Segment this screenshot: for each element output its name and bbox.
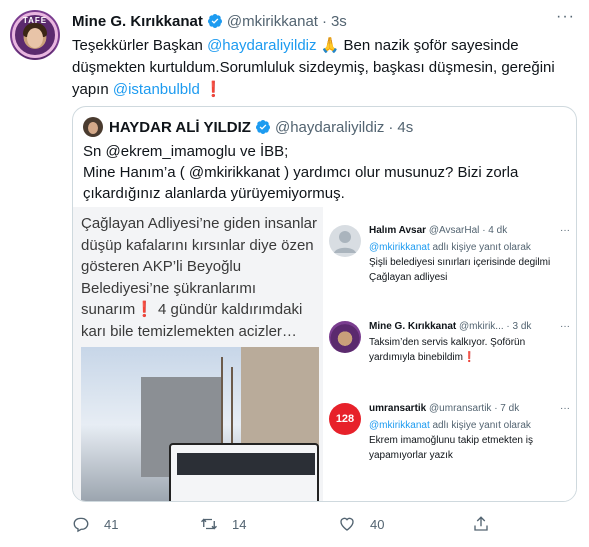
reply-meta: Halım Avsar @AvsarHal · 4 dk — [369, 225, 507, 236]
like-count: 40 — [370, 516, 385, 532]
reply-item: Halım Avsar @AvsarHal · 4 dk ··· @mkirik… — [323, 225, 576, 315]
more-options-icon: ··· — [560, 321, 570, 332]
mention-link[interactable]: @istanbulbld — [113, 81, 200, 98]
bus-shape — [169, 443, 319, 501]
share-icon — [474, 516, 488, 531]
reply-context-mention: @mkirikkanat — [369, 420, 430, 431]
reply-name: Halım Avsar — [369, 225, 427, 236]
exclamation-emoji-icon: ❗ — [204, 81, 223, 98]
reply-avatar: 128 — [329, 403, 361, 435]
tree-shape — [221, 357, 223, 447]
more-options-icon: ··· — [560, 225, 570, 236]
more-options-icon[interactable]: ··· — [556, 8, 575, 26]
verified-badge-icon — [255, 120, 270, 134]
quoted-tweet[interactable]: HAYDAR ALİ YILDIZ @haydaraliyildiz · 4s … — [72, 106, 577, 502]
reply-button[interactable]: 41 — [72, 512, 118, 536]
retweet-button[interactable]: 14 — [200, 512, 246, 536]
heart-icon — [340, 517, 354, 531]
exclamation-emoji-icon: ❗ — [135, 301, 154, 318]
quoted-time: 4s — [397, 118, 414, 136]
like-button[interactable]: 40 — [338, 512, 384, 536]
quoted-line: çıkardığınız alanlarda yürüyemiyormuş. — [83, 185, 345, 202]
tweet-header: Mine G. Kırıkkanat @mkirikkanat · 3s — [72, 10, 347, 32]
separator-dot: · — [321, 12, 327, 30]
reply-item: Mine G. Kırıkkanat @mkirik... · 3 dk ···… — [323, 321, 576, 391]
mention-link[interactable]: @haydaraliyildiz — [207, 37, 316, 54]
author-name[interactable]: Mine G. Kırıkkanat — [72, 13, 203, 30]
reply-name: umransartik — [369, 403, 427, 414]
quoted-line: Mine Hanım’a ( @mkirikkanat ) yardımcı o… — [83, 164, 519, 181]
reply-time: · 7 dk — [494, 403, 520, 414]
street-photo — [81, 347, 319, 501]
reply-context-text: adlı kişiye yanıt olarak — [429, 420, 531, 431]
quoted-line: Sn @ekrem_imamoglu ve İBB; — [83, 143, 289, 160]
reply-item: 128 umransartik @umransartik · 7 dk ··· … — [323, 403, 576, 493]
replies-screenshot: Halım Avsar @AvsarHal · 4 dk ··· @mkirik… — [323, 207, 576, 501]
prayer-emoji-icon: 🙏 — [320, 36, 340, 54]
reply-context-text: adlı kişiye yanıt olarak — [429, 242, 531, 253]
tweet: TAFE Mine G. Kırıkkanat @mkirikkanat · 3… — [0, 0, 589, 547]
reply-text: Ekrem imamoğlunu takip etmekten iş yapam… — [369, 435, 533, 461]
retweet-icon — [201, 518, 217, 530]
avatar-face — [27, 28, 43, 48]
tweet-time[interactable]: 3s — [331, 13, 347, 30]
tree-shape — [231, 367, 233, 447]
author-avatar[interactable]: TAFE — [10, 10, 60, 60]
verified-badge-icon — [207, 14, 222, 28]
attached-photo[interactable]: Çağlayan Adliyesi’ne giden insanlar düşü… — [73, 207, 576, 501]
reply-handle: @umransartik — [429, 403, 492, 414]
exclamation-emoji-icon: ❗ — [462, 352, 476, 363]
reply-body: @mkirikkanat adlı kişiye yanıt olarak Şi… — [369, 240, 569, 285]
reply-icon — [73, 517, 89, 533]
reply-text: Şişli belediyesi sınırları içerisinde de… — [369, 257, 551, 283]
more-options-icon: ··· — [560, 403, 570, 414]
reply-time: · 4 dk — [482, 225, 508, 236]
reply-text: Taksim’den servis kalkıyor. Şoförün yard… — [369, 337, 526, 363]
author-avatar-small — [329, 321, 361, 353]
tweet-text-part: Teşekkürler Başkan — [72, 37, 208, 54]
quoted-author-name: HAYDAR ALİ YILDIZ — [109, 118, 251, 136]
reply-context: @mkirikkanat adlı kişiye yanıt olarak — [369, 240, 569, 255]
default-avatar-icon — [329, 225, 361, 257]
reply-name: Mine G. Kırıkkanat — [369, 321, 457, 332]
retweet-count: 14 — [232, 516, 247, 532]
reply-handle: @AvsarHal — [428, 225, 480, 236]
separator-dot: · — [388, 118, 394, 136]
reply-time: · 3 dk — [506, 321, 532, 332]
reply-meta: umransartik @umransartik · 7 dk — [369, 403, 519, 414]
reply-body: @mkirikkanat adlı kişiye yanıt olarak Ek… — [369, 418, 569, 463]
photo-caption: Çağlayan Adliyesi’ne giden insanlar düşü… — [81, 213, 321, 342]
reply-context: @mkirikkanat adlı kişiye yanıt olarak — [369, 418, 569, 433]
reply-body: Taksim’den servis kalkıyor. Şoförün yard… — [369, 335, 569, 365]
reply-context-mention: @mkirikkanat — [369, 242, 430, 253]
author-handle[interactable]: @mkirikkanat — [227, 13, 318, 30]
quoted-header: HAYDAR ALİ YILDIZ @haydaraliyildiz · 4s — [109, 117, 413, 137]
quoted-author-avatar — [83, 117, 103, 137]
reply-count: 41 — [104, 516, 119, 532]
tweet-text: Teşekkürler Başkan @haydaraliyildiz 🙏 Be… — [72, 34, 577, 101]
quoted-author-handle: @haydaraliyildiz — [274, 118, 385, 136]
tweet-actions: 41 14 40 — [72, 512, 577, 536]
share-button[interactable] — [472, 512, 490, 536]
reply-handle: @mkirik... — [459, 321, 504, 332]
quoted-text: Sn @ekrem_imamoglu ve İBB; Mine Hanım’a … — [83, 141, 568, 204]
reply-meta: Mine G. Kırıkkanat @mkirik... · 3 dk — [369, 321, 531, 332]
